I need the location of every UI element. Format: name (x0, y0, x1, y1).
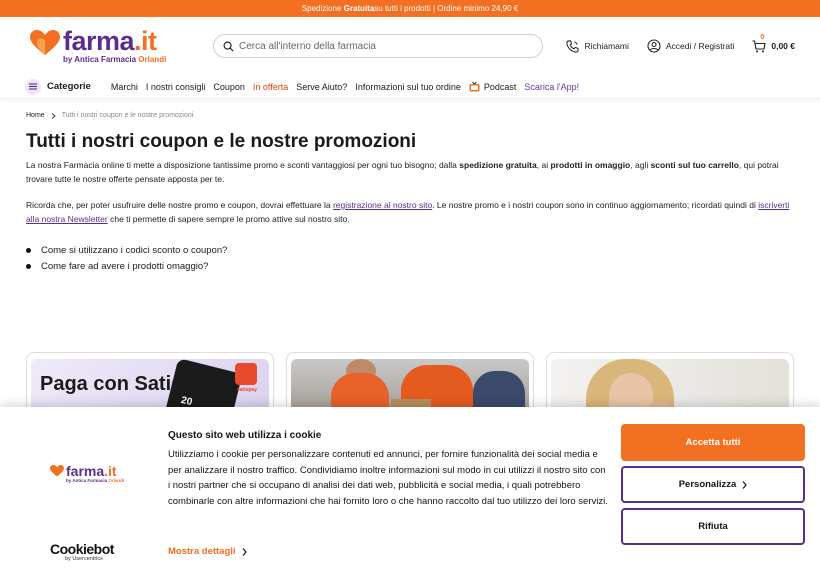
cookiebot-name: Cookiebot (50, 541, 114, 557)
cookie-logo-word: farma (66, 463, 105, 479)
cart-icon (752, 39, 767, 52)
show-details-link[interactable]: Mostra dettagli (168, 546, 247, 557)
info-text-3: che ti permette di sapere sempre le prom… (107, 213, 350, 224)
info-text-1: Ricorda che, per poter usufruire delle n… (26, 200, 333, 210)
intro-free-products: prodotti in omaggio (550, 160, 631, 170)
logo-word: farma (63, 26, 135, 56)
nav-item-advice[interactable]: I nostri consigli (146, 82, 206, 92)
nav-item-app[interactable]: Scarica l'App! (524, 82, 579, 92)
faq-list: Come si utilizzano i codici sconto o cou… (26, 242, 794, 274)
customize-button[interactable]: Personalizza (621, 466, 805, 503)
breadcrumb: Home Tutti i nostri coupon e le nostre p… (26, 112, 794, 119)
nav-item-offers[interactable]: In offerta (253, 82, 288, 92)
podcast-label: Podcast (483, 81, 517, 92)
logo-sub-prefix: by (63, 55, 75, 64)
nav-item-coupon[interactable]: Coupon (213, 82, 245, 92)
categories-button[interactable]: Categorie (25, 78, 91, 95)
customize-label: Personalizza (678, 479, 737, 490)
intro-paragraph: La nostra Farmacia online ti mette a dis… (26, 159, 794, 186)
reject-button[interactable]: Rifiuta (621, 508, 805, 545)
heart-logo-icon (50, 465, 64, 477)
promo-prefix: Spedizione (301, 4, 342, 13)
main-content: Home Tutti i nostri coupon e le nostre p… (0, 112, 820, 432)
cart-button[interactable]: 0 0,00 € (752, 34, 795, 53)
site-logo[interactable]: farma.it by Antica Farmacia Orlandi (30, 28, 213, 64)
menu-icon (25, 78, 41, 95)
promo-bold: Gratuita (343, 4, 375, 13)
site-header: farma.it by Antica Farmacia Orlandi Rich… (0, 17, 820, 75)
intro-cart-discounts: sconti sul tuo carrello (650, 160, 739, 170)
search-bar[interactable] (213, 34, 543, 58)
login-button[interactable]: Accedi / Registrati (647, 39, 735, 53)
cookie-text: Utilizziamo i cookie per personalizzare … (168, 449, 608, 507)
accept-all-button[interactable]: Accetta tutti (621, 424, 805, 461)
show-details-label: Mostra dettagli (168, 546, 236, 557)
reject-label: Rifiuta (698, 521, 728, 532)
chevron-right-icon (742, 480, 748, 489)
logo-dot: .it (134, 26, 157, 56)
user-icon (647, 39, 661, 53)
cart-total: 0,00 € (771, 41, 795, 51)
search-input[interactable] (239, 40, 529, 52)
satispay-brand: satispay (236, 387, 257, 393)
phone-icon (566, 39, 580, 53)
cookie-logo-sub-name: Orlandi (107, 478, 125, 483)
faq-item-coupon[interactable]: Come si utilizzano i codici sconto o cou… (26, 242, 794, 258)
categories-label: Categorie (47, 81, 91, 92)
breadcrumb-current: Tutti i nostri coupon e le nostre promoz… (61, 112, 194, 119)
chevron-right-icon (242, 547, 247, 556)
search-icon[interactable] (223, 41, 234, 52)
registration-link[interactable]: registrazione al nostro sito (333, 200, 432, 210)
cookie-banner-logo: farma.it (50, 463, 117, 479)
heart-logo-icon (30, 30, 60, 55)
logo-sub-brand: Antica Farmacia (74, 55, 137, 64)
satispay-logo-icon (235, 363, 257, 385)
info-paragraph: Ricorda che, per poter usufruire delle n… (26, 199, 794, 226)
callback-button[interactable]: Richiamami (566, 39, 629, 53)
cookie-banner: farma.it by Antica Farmacia Orlandi Cook… (0, 407, 820, 577)
cookie-title: Questo sito web utilizza i cookie (168, 430, 322, 441)
cart-count: 0 (760, 33, 765, 41)
cookie-logo-dot: .it (104, 463, 117, 479)
login-label: Accedi / Registrati (665, 41, 735, 51)
promo-bar: Spedizione Gratuita su tutti i prodotti … (0, 0, 820, 17)
callback-label: Richiamami (584, 41, 629, 51)
nav-item-order-info[interactable]: Informazioni sul tuo ordine (355, 82, 461, 92)
cookie-logo-sub-brand: Antica Farmacia (72, 478, 108, 483)
cookiebot-logo[interactable]: Cookiebot by Usercentrics (50, 541, 114, 562)
intro-text-1: La nostra Farmacia online ti mette a dis… (26, 160, 460, 170)
accept-all-label: Accetta tutti (685, 437, 741, 448)
breadcrumb-home[interactable]: Home (26, 112, 45, 119)
promo-suffix: su tutti i prodotti | Ordine minimo 24,9… (374, 4, 519, 13)
intro-text-3: , agli (630, 160, 651, 170)
main-nav: Categorie Marchi I nostri consigli Coupo… (0, 75, 820, 99)
intro-free-shipping: spedizione gratuita (459, 160, 537, 170)
nav-item-podcast[interactable]: Podcast (469, 81, 517, 92)
podcast-icon (469, 81, 480, 91)
intro-text-2: , ai (536, 160, 551, 170)
cookie-logo-sub: by Antica Farmacia Orlandi (66, 478, 124, 483)
logo-sub-name: Orlandi (136, 55, 167, 64)
nav-item-help[interactable]: Serve Aiuto? (296, 82, 347, 92)
page-title: Tutti i nostri coupon e le nostre promoz… (26, 131, 417, 152)
faq-item-gifts[interactable]: Come fare ad avere i prodotti omaggio? (26, 258, 794, 274)
info-text-2: . Le nostre promo e i nostri coupon sono… (432, 200, 759, 210)
chevron-right-icon (51, 112, 56, 119)
nav-item-brands[interactable]: Marchi (111, 82, 138, 92)
